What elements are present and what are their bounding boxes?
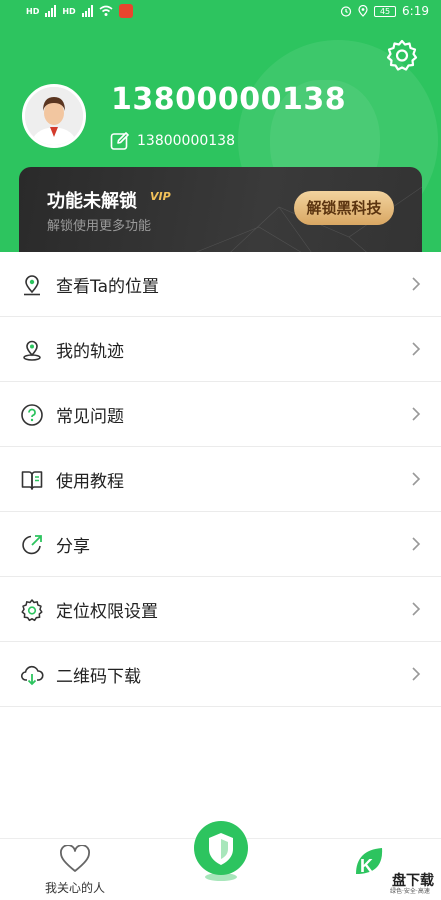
wifi-icon [99,5,113,16]
divider [0,706,441,707]
menu-item-qr-download[interactable]: 二维码下载 [0,642,441,707]
vip-badge: VIP [150,190,171,203]
tab-care-label: 我关心的人 [44,881,105,895]
notification-app-icon [118,4,133,18]
menu-list: 查看Ta的位置 我的轨迹 常见问题 使用教程 分享 定位权限设置 二维码下载 [0,252,441,707]
leaf-logo-icon: K [356,848,383,876]
chevron-right-icon [412,602,421,616]
signal-icon-2 [81,5,93,17]
phone-number-title: 13800000138 [111,82,347,117]
menu-label: 二维码下载 [56,667,141,687]
vip-card[interactable]: 功能未解锁 VIP 解锁使用更多功能 解锁黑科技 [19,167,422,263]
chevron-right-icon [412,277,421,291]
center-location-button[interactable] [193,820,249,882]
unlock-button[interactable]: 解锁黑科技 [294,191,394,225]
watermark-subtext: 绿色·安全·高速 [390,888,430,895]
status-left: HD HD [26,4,133,18]
menu-label: 查看Ta的位置 [56,277,159,297]
menu-item-faq[interactable]: 常见问题 [0,382,441,447]
vip-subtitle: 解锁使用更多功能 [47,219,152,234]
book-icon [21,470,43,490]
settings-button[interactable] [385,38,419,72]
svg-text:K: K [360,856,373,876]
vip-title: 功能未解锁 [47,191,137,212]
menu-label: 使用教程 [56,472,124,492]
avatar[interactable] [22,84,86,148]
menu-label: 分享 [56,537,90,557]
avatar-portrait-icon [25,87,83,145]
status-time: 6:19 [402,4,429,18]
chevron-right-icon [412,472,421,486]
chevron-right-icon [412,667,421,681]
signal-icon [45,5,57,17]
chevron-right-icon [412,342,421,356]
share-icon [22,534,42,554]
menu-item-tutorial[interactable]: 使用教程 [0,447,441,512]
menu-label: 我的轨迹 [56,342,124,362]
chevron-right-icon [412,537,421,551]
gear-icon [21,598,43,621]
menu-item-location-permission[interactable]: 定位权限设置 [0,577,441,642]
shield-icon [194,821,248,881]
chevron-right-icon [412,407,421,421]
cloud-download-icon [20,665,44,685]
menu-label: 常见问题 [56,407,124,427]
status-right: 45 6:19 [340,4,429,18]
menu-label: 定位权限设置 [56,602,158,622]
track-pin-icon [23,340,41,361]
edit-nickname-row[interactable]: 13800000138 [110,131,235,151]
location-pin-icon [24,274,40,295]
nickname-text: 13800000138 [137,133,235,149]
alarm-icon [340,6,352,17]
menu-item-my-track[interactable]: 我的轨迹 [0,317,441,382]
network-label-2: HD [62,6,76,16]
menu-item-share[interactable]: 分享 [0,512,441,577]
battery-icon: 45 [374,5,397,17]
edit-icon [110,132,129,150]
location-status-icon [358,5,368,17]
gear-icon [386,39,418,71]
heart-icon [60,844,90,872]
network-label-1: HD [26,6,40,16]
question-icon [21,403,43,426]
tab-care-people[interactable]: 我关心的人 [40,844,110,896]
status-bar: HD HD 45 6:19 [0,0,441,26]
menu-item-view-location[interactable]: 查看Ta的位置 [0,252,441,317]
